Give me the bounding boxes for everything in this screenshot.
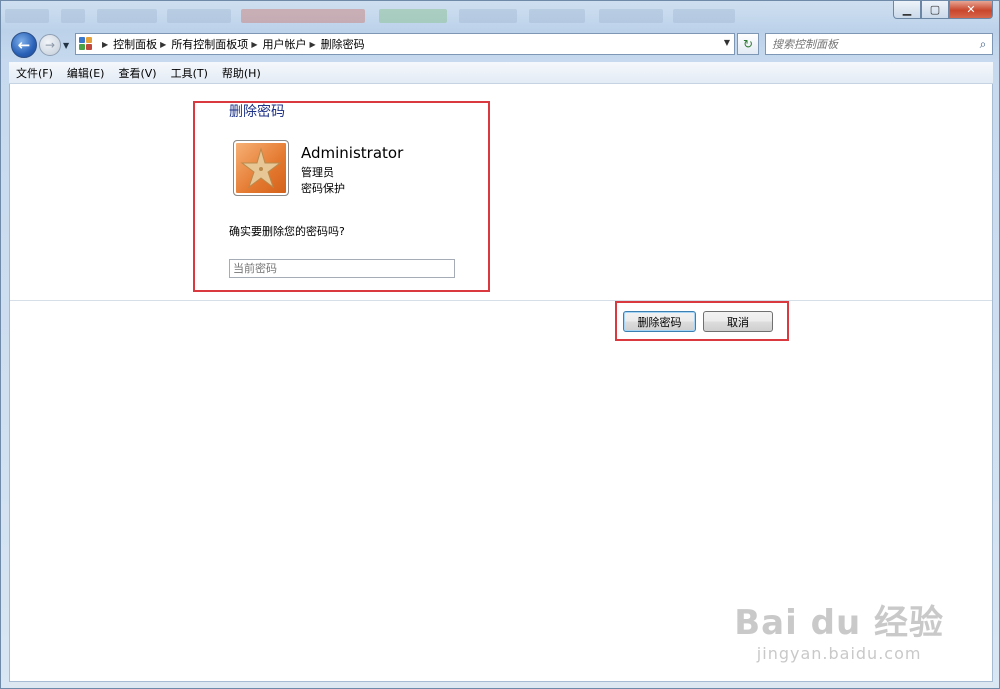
breadcrumb-separator-icon[interactable]: ▶ (251, 40, 257, 49)
taskbar-strip (1, 1, 891, 31)
control-panel-icon (79, 37, 95, 51)
highlight-box-buttons (615, 301, 789, 341)
status-strip (9, 682, 993, 688)
navigation-bar: ← → ▼ ▶ 控制面板 ▶ 所有控制面板项 ▶ 用户帐户 ▶ 删除密码 ▼ ↻… (9, 31, 993, 59)
taskbar-tab[interactable] (167, 9, 231, 23)
watermark-url: jingyan.baidu.com (756, 644, 922, 663)
menu-view[interactable]: 查看(V) (111, 65, 163, 81)
forward-button[interactable]: → (39, 34, 61, 56)
menu-edit[interactable]: 编辑(E) (60, 65, 112, 81)
breadcrumb-control-panel[interactable]: 控制面板 (113, 36, 157, 52)
taskbar-tab[interactable] (61, 9, 85, 23)
taskbar-tab[interactable] (5, 9, 49, 23)
back-button[interactable]: ← (11, 32, 37, 58)
watermark-logo: Bai du 经验 (734, 603, 944, 643)
taskbar-tab[interactable] (599, 9, 663, 23)
taskbar-tab[interactable] (673, 9, 735, 23)
menu-file[interactable]: 文件(F) (9, 65, 60, 81)
menu-help[interactable]: 帮助(H) (215, 65, 268, 81)
maximize-button[interactable]: ▢ (921, 1, 949, 19)
address-history-dropdown-icon[interactable]: ▼ (724, 38, 730, 47)
refresh-icon: ↻ (742, 37, 754, 51)
taskbar-tab[interactable] (97, 9, 157, 23)
close-button[interactable]: ✕ (949, 1, 993, 19)
close-icon: ✕ (966, 3, 976, 16)
taskbar-tab[interactable] (529, 9, 585, 23)
search-box: ⌕ (765, 33, 993, 55)
breadcrumb-separator-icon[interactable]: ▶ (102, 40, 108, 49)
breadcrumb-separator-icon[interactable]: ▶ (160, 40, 166, 49)
explorer-window: ▁ ▢ ✕ ← → ▼ ▶ 控制面板 ▶ 所有控制面板项 ▶ 用户帐户 ▶ 删除… (0, 0, 1000, 689)
window-controls: ▁ ▢ ✕ (893, 1, 993, 21)
address-bar[interactable]: ▶ 控制面板 ▶ 所有控制面板项 ▶ 用户帐户 ▶ 删除密码 ▼ (75, 33, 735, 55)
minimize-icon: ▁ (902, 3, 912, 16)
refresh-button[interactable]: ↻ (737, 33, 759, 55)
breadcrumb-all-items[interactable]: 所有控制面板项 (171, 36, 248, 52)
breadcrumb-remove-password[interactable]: 删除密码 (321, 36, 365, 52)
taskbar-tab[interactable] (379, 9, 447, 23)
taskbar-tab[interactable] (241, 9, 365, 23)
maximize-icon: ▢ (929, 3, 941, 16)
search-icon[interactable]: ⌕ (974, 37, 992, 52)
breadcrumb-separator-icon[interactable]: ▶ (309, 40, 315, 49)
search-input[interactable] (766, 36, 974, 52)
watermark: Bai du 经验 jingyan.baidu.com (734, 595, 944, 663)
menu-tools[interactable]: 工具(T) (164, 65, 215, 81)
forward-arrow-icon: → (44, 38, 56, 52)
taskbar-tab[interactable] (459, 9, 517, 23)
content-pane: 删除密码 Administrator 管理员 密码保护 确实要删除您的密码吗? … (9, 84, 993, 682)
recent-pages-dropdown-icon[interactable]: ▼ (63, 41, 69, 50)
menu-bar: 文件(F) 编辑(E) 查看(V) 工具(T) 帮助(H) (9, 62, 993, 84)
highlight-box-dialog (193, 101, 490, 292)
breadcrumb-user-accounts[interactable]: 用户帐户 (262, 36, 306, 52)
minimize-button[interactable]: ▁ (893, 1, 921, 19)
divider (10, 300, 992, 301)
back-arrow-icon: ← (17, 36, 31, 54)
